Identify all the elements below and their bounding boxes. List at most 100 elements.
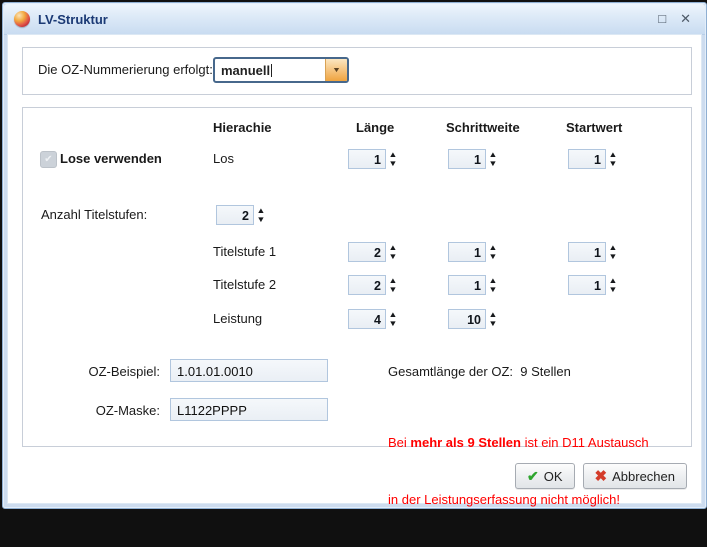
- spin-up-icon[interactable]: ▲: [608, 244, 617, 251]
- row-titelstufe-1-label: Titelstufe 1: [213, 244, 276, 259]
- spin-up-icon[interactable]: ▲: [488, 151, 497, 158]
- spin-up-icon[interactable]: ▲: [256, 207, 265, 214]
- spin-down-icon[interactable]: ▼: [256, 216, 265, 223]
- los-startwert-input[interactable]: 1: [568, 149, 606, 169]
- warning-bold: mehr als 9 Stellen: [410, 435, 521, 450]
- spin-down-icon[interactable]: ▼: [388, 253, 397, 260]
- spin-up-icon[interactable]: ▲: [608, 151, 617, 158]
- numbering-groupbox: Die OZ-Nummerierung erfolgt: manuell ▼: [22, 47, 692, 95]
- oz-maske-label: OZ-Maske:: [43, 403, 160, 418]
- oz-maske-field[interactable]: L1122PPPP: [170, 398, 328, 421]
- gesamtlaenge-value: 9 Stellen: [520, 364, 571, 379]
- warning-rest: ist ein D11 Austausch: [521, 435, 649, 450]
- spin-down-icon[interactable]: ▼: [388, 320, 397, 327]
- spin-down-icon[interactable]: ▼: [488, 160, 497, 167]
- row-los-label: Los: [213, 151, 234, 166]
- titelstufe1-startwert-spinner: 1 ▲ ▼: [568, 241, 617, 263]
- leistung-schrittweite-spinner: 10 ▲ ▼: [448, 308, 497, 330]
- oz-beispiel-label: OZ-Beispiel:: [43, 364, 160, 379]
- row-los: ✔ Lose verwenden Los 1 ▲ ▼ 1 ▲ ▼ 1 ▲ ▼: [23, 148, 691, 172]
- spin-up-icon[interactable]: ▲: [608, 277, 617, 284]
- header-length: Länge: [356, 120, 394, 135]
- leistung-schrittweite-input[interactable]: 10: [448, 309, 486, 329]
- row-titelstufe-1: Titelstufe 1 2 ▲ ▼ 1 ▲ ▼ 1 ▲ ▼: [23, 241, 691, 265]
- lose-verwenden-label: Lose verwenden: [60, 151, 162, 166]
- oz-beispiel-field[interactable]: 1.01.01.0010: [170, 359, 328, 382]
- titelstufe2-schrittweite-spinner: 1 ▲ ▼: [448, 274, 497, 296]
- row-titelstufe-2-label: Titelstufe 2: [213, 277, 276, 292]
- dialog-window: LV-Struktur □ ✕ Die OZ-Nummerierung erfo…: [2, 2, 707, 509]
- spin-up-icon[interactable]: ▲: [488, 244, 497, 251]
- maximize-icon[interactable]: □: [658, 12, 666, 26]
- spin-down-icon[interactable]: ▼: [388, 160, 397, 167]
- spin-up-icon[interactable]: ▲: [488, 311, 497, 318]
- titelstufe2-startwert-input[interactable]: 1: [568, 275, 606, 295]
- ok-button-label: OK: [544, 469, 563, 484]
- spin-up-icon[interactable]: ▲: [388, 277, 397, 284]
- spin-up-icon[interactable]: ▲: [488, 277, 497, 284]
- app-icon: [14, 11, 30, 27]
- ok-check-icon: ✔: [527, 468, 539, 485]
- titelstufe1-schrittweite-spinner: 1 ▲ ▼: [448, 241, 497, 263]
- checkbox-check-icon: ✔: [44, 154, 52, 165]
- dialog-content: Die OZ-Nummerierung erfolgt: manuell ▼ H…: [7, 34, 702, 504]
- warning-line-2: in der Leistungserfassung nicht möglich!: [388, 490, 649, 509]
- leistung-laenge-spinner: 4 ▲ ▼: [348, 308, 397, 330]
- lose-verwenden-checkbox[interactable]: ✔: [40, 151, 57, 168]
- header-hierarchy: Hierachie: [213, 120, 272, 135]
- spin-down-icon[interactable]: ▼: [388, 286, 397, 293]
- los-laenge-spinner: 1 ▲ ▼: [348, 148, 397, 170]
- titelstufe2-startwert-spinner: 1 ▲ ▼: [568, 274, 617, 296]
- leistung-laenge-input[interactable]: 4: [348, 309, 386, 329]
- titelstufe1-laenge-spinner: 2 ▲ ▼: [348, 241, 397, 263]
- title-bar[interactable]: LV-Struktur □ ✕: [4, 4, 705, 35]
- row-leistung-label: Leistung: [213, 311, 262, 326]
- titelstufe1-laenge-input[interactable]: 2: [348, 242, 386, 262]
- spin-down-icon[interactable]: ▼: [608, 160, 617, 167]
- anzahl-titelstufen-label: Anzahl Titelstufen:: [41, 207, 147, 222]
- dropdown-arrow-icon: ▼: [332, 67, 341, 74]
- window-title: LV-Struktur: [38, 12, 108, 27]
- spin-down-icon[interactable]: ▼: [608, 253, 617, 260]
- cancel-button-label: Abbrechen: [612, 469, 675, 484]
- warning-pre: Bei: [388, 435, 410, 450]
- titelstufe2-laenge-spinner: 2 ▲ ▼: [348, 274, 397, 296]
- titelstufe1-schrittweite-input[interactable]: 1: [448, 242, 486, 262]
- spin-up-icon[interactable]: ▲: [388, 244, 397, 251]
- spin-down-icon[interactable]: ▼: [608, 286, 617, 293]
- los-startwert-spinner: 1 ▲ ▼: [568, 148, 617, 170]
- titelstufe2-schrittweite-input[interactable]: 1: [448, 275, 486, 295]
- los-schrittweite-spinner: 1 ▲ ▼: [448, 148, 497, 170]
- footer-buttons: ✔ OK ✖ Abbrechen: [515, 463, 687, 489]
- numbering-combobox[interactable]: manuell ▼: [213, 57, 349, 83]
- header-step: Schrittweite: [446, 120, 520, 135]
- titelstufe1-startwert-input[interactable]: 1: [568, 242, 606, 262]
- los-schrittweite-input[interactable]: 1: [448, 149, 486, 169]
- header-start: Startwert: [566, 120, 622, 135]
- numbering-combobox-value[interactable]: manuell: [215, 63, 325, 78]
- close-icon[interactable]: ✕: [680, 12, 691, 26]
- cancel-cross-icon: ✖: [595, 467, 608, 485]
- window-controls: □ ✕: [658, 12, 705, 26]
- gesamtlaenge-label: Gesamtlänge der OZ: 9 Stellen: [388, 364, 571, 379]
- anzahl-titelstufen-input[interactable]: 2: [216, 205, 254, 225]
- titelstufe2-laenge-input[interactable]: 2: [348, 275, 386, 295]
- los-laenge-input[interactable]: 1: [348, 149, 386, 169]
- spin-up-icon[interactable]: ▲: [388, 311, 397, 318]
- spin-down-icon[interactable]: ▼: [488, 253, 497, 260]
- row-leistung: Leistung 4 ▲ ▼ 10 ▲ ▼: [23, 308, 691, 332]
- numbering-combobox-button[interactable]: ▼: [325, 59, 347, 81]
- gesamtlaenge-label-text: Gesamtlänge der OZ:: [388, 364, 513, 379]
- anzahl-titelstufen-spinner: 2 ▲ ▼: [216, 204, 265, 226]
- spin-up-icon[interactable]: ▲: [388, 151, 397, 158]
- numbering-label: Die OZ-Nummerierung erfolgt:: [38, 62, 213, 77]
- row-anzahl-titelstufen: Anzahl Titelstufen: 2 ▲ ▼: [23, 204, 691, 228]
- cancel-button[interactable]: ✖ Abbrechen: [583, 463, 687, 489]
- ok-button[interactable]: ✔ OK: [515, 463, 575, 489]
- structure-groupbox: Hierachie Länge Schrittweite Startwert ✔…: [22, 107, 692, 447]
- row-titelstufe-2: Titelstufe 2 2 ▲ ▼ 1 ▲ ▼ 1 ▲ ▼: [23, 274, 691, 298]
- spin-down-icon[interactable]: ▼: [488, 320, 497, 327]
- spin-down-icon[interactable]: ▼: [488, 286, 497, 293]
- warning-line-1: Bei mehr als 9 Stellen ist ein D11 Austa…: [388, 433, 649, 452]
- header-row: Hierachie Länge Schrittweite Startwert: [23, 120, 691, 144]
